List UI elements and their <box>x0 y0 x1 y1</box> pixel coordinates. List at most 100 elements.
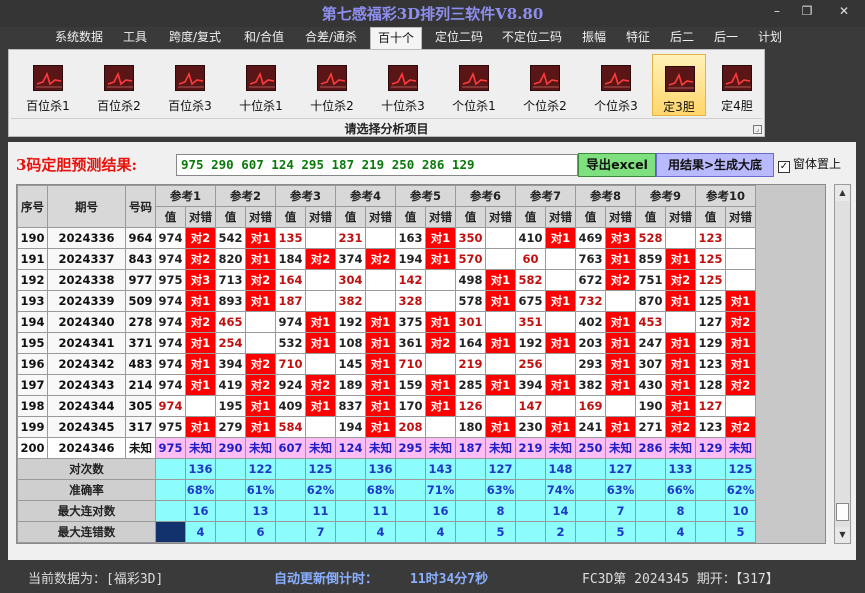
stats-pad <box>575 521 606 543</box>
stats-value: 125 <box>725 458 756 480</box>
stats-value: 8 <box>665 500 696 522</box>
ref-value-cell: 164 <box>275 269 306 291</box>
ref-value-cell: 135 <box>275 227 306 249</box>
ref-value-cell: 578 <box>455 290 486 312</box>
current-data-status: 当前数据为：[福彩3D] <box>28 572 164 587</box>
menu-sum[interactable]: 和/合值 <box>236 27 292 49</box>
ribbon-button-2[interactable]: 百位杀2 <box>86 54 152 116</box>
ref-value-cell: 304 <box>335 269 366 291</box>
menu-diff[interactable]: 合差/通杀 <box>298 27 364 49</box>
table-row[interactable]: 191 2024337 843 974 对2 820 对1 184 对2 374 对2 194 对1 57… <box>17 248 756 270</box>
table-row[interactable]: 193 2024339 509 974 对1 893 对1 187 382 328 578 对1 675… <box>17 290 756 312</box>
stats-pad <box>275 479 306 501</box>
ribbon-button-10[interactable]: 定3胆 <box>652 54 706 116</box>
stats-pad <box>695 458 726 480</box>
menu-system-data[interactable]: 系统数据 <box>48 27 110 49</box>
table-row[interactable]: 192 2024338 977 975 对3 713 对2 164 304 142 498 对1 582… <box>17 269 756 291</box>
menu-fixed-two[interactable]: 定位二码 <box>428 27 490 49</box>
table-row[interactable]: 197 2024343 214 974 对1 419 对2 924 对2 189 对1 159 对1 28… <box>17 374 756 396</box>
seq-cell: 197 <box>17 374 48 396</box>
checkbox-box[interactable]: ✓ <box>778 161 790 173</box>
stats-value: 11 <box>365 500 396 522</box>
hit-header: 对错 <box>485 206 516 228</box>
stats-value: 63% <box>485 479 516 501</box>
table-row[interactable]: 196 2024342 483 974 对1 394 对2 710 145 对1 710 219 256… <box>17 353 756 375</box>
code-cell: 305 <box>125 395 156 417</box>
ref-value-cell: 159 <box>395 374 426 396</box>
menu-plan[interactable]: 计划 <box>750 27 790 49</box>
topmost-checkbox[interactable]: ✓ 窗体置上 <box>778 155 841 173</box>
table-row[interactable]: 195 2024341 371 974 对1 254 532 对1 108 对1 361 对2 164 对… <box>17 332 756 354</box>
ribbon-button-7[interactable]: 个位杀1 <box>441 54 507 116</box>
hit-header: 对错 <box>245 206 276 228</box>
ref-hit-cell <box>485 227 516 249</box>
menu-last-one[interactable]: 后一 <box>706 27 746 49</box>
ref-value-cell: 328 <box>395 290 426 312</box>
stats-value: 5 <box>485 521 516 543</box>
scroll-up-icon[interactable]: ▲ <box>835 185 850 201</box>
scroll-thumb[interactable] <box>836 503 849 521</box>
table-row[interactable]: 198 2024344 305 974 195 对1 409 对1 837 对1 170 对1 126 1… <box>17 395 756 417</box>
ribbon-button-6[interactable]: 十位杀3 <box>370 54 436 116</box>
scroll-down-icon[interactable]: ▼ <box>835 527 850 543</box>
chart-icon <box>104 65 134 91</box>
ref-value-cell: 231 <box>335 227 366 249</box>
results-table: 序号 期号 号码 参考1 参考2 参考3 参考4 参考5 参考6 参考7 参考8 参考9 参考10 值对错… <box>17 185 756 543</box>
export-excel-button[interactable]: 导出excel <box>578 153 656 177</box>
ribbon-button-5[interactable]: 十位杀2 <box>299 54 365 116</box>
ribbon-button-9[interactable]: 个位杀3 <box>583 54 649 116</box>
ribbon-button-8[interactable]: 个位杀2 <box>512 54 578 116</box>
table-row[interactable]: 190 2024336 964 974 对2 542 对1 135 231 163 对1 350 410… <box>17 227 756 249</box>
ref-hit-cell: 对3 <box>605 227 636 249</box>
ref-header-7: 参考7 <box>515 185 576 207</box>
close-button[interactable]: ✕ <box>832 4 856 18</box>
vertical-scrollbar[interactable]: ▲ ▼ <box>834 184 851 544</box>
ref-hit-cell <box>485 248 516 270</box>
menu-unfixed-two[interactable]: 不定位二码 <box>496 27 568 49</box>
chart-icon <box>175 65 205 91</box>
ref-value-cell: 975 <box>155 269 186 291</box>
countdown-value: 11时34分7秒 <box>410 572 489 587</box>
menu-feature[interactable]: 特征 <box>618 27 658 49</box>
ref-hit-cell: 对1 <box>365 374 396 396</box>
ref-hit-cell <box>485 311 516 333</box>
restore-button[interactable]: ❐ <box>795 4 819 18</box>
menu-last-two[interactable]: 后二 <box>664 27 700 49</box>
ref-value-cell: 351 <box>515 311 546 333</box>
ribbon-button-4[interactable]: 十位杀1 <box>228 54 294 116</box>
seq-cell: 199 <box>17 416 48 438</box>
ref-hit-cell <box>185 395 216 417</box>
ribbon-button-1[interactable]: 百位杀1 <box>15 54 81 116</box>
title-bar: 第七感福彩3D排列三软件V8.80 – ❐ ✕ <box>0 0 865 27</box>
menu-span[interactable]: 跨度/复式 <box>160 27 230 49</box>
ribbon-button-3[interactable]: 百位杀3 <box>157 54 223 116</box>
generate-base-button[interactable]: 用结果>生成大底 <box>656 153 774 177</box>
minimize-button[interactable]: – <box>765 4 789 18</box>
ref-hit-cell <box>545 248 576 270</box>
menu-amplitude[interactable]: 振幅 <box>574 27 614 49</box>
dialog-launcher-icon[interactable]: ⌟ <box>753 125 762 134</box>
stats-pad <box>335 458 366 480</box>
ref-value-cell: 394 <box>515 374 546 396</box>
ref-value-cell: 410 <box>515 227 546 249</box>
prediction-result-field[interactable]: 975 290 607 124 295 187 219 250 286 129 <box>176 154 578 176</box>
ref-hit-cell: 对1 <box>425 395 456 417</box>
stats-value: 68% <box>185 479 216 501</box>
stats-label: 最大连错数 <box>17 521 156 543</box>
ribbon-button-label: 个位杀3 <box>594 99 638 113</box>
table-row[interactable]: 199 2024345 317 975 对1 279 对1 584 194 对1 208 180 对1 2… <box>17 416 756 438</box>
stats-pad <box>335 521 366 543</box>
menu-tools[interactable]: 工具 <box>118 27 152 49</box>
table-row[interactable]: 200 2024346 未知 975 未知 290 未知 607 未知 124 未知 295 未知 187… <box>17 437 756 459</box>
ref-hit-cell: 对1 <box>305 311 336 333</box>
ref-hit-cell: 对2 <box>245 353 276 375</box>
ref-value-cell: 975 <box>155 416 186 438</box>
chart-icon <box>530 65 560 91</box>
ribbon-button-11[interactable]: 定4胆 <box>712 54 762 116</box>
table-row[interactable]: 194 2024340 278 974 对2 465 974 对1 192 对1 375 对1 301 3… <box>17 311 756 333</box>
ref-hit-cell: 对1 <box>245 248 276 270</box>
stats-value: 16 <box>185 500 216 522</box>
menu-positions[interactable]: 百十个 <box>370 27 422 50</box>
ref-hit-cell: 对1 <box>665 290 696 312</box>
ref-hit-cell: 对2 <box>425 332 456 354</box>
